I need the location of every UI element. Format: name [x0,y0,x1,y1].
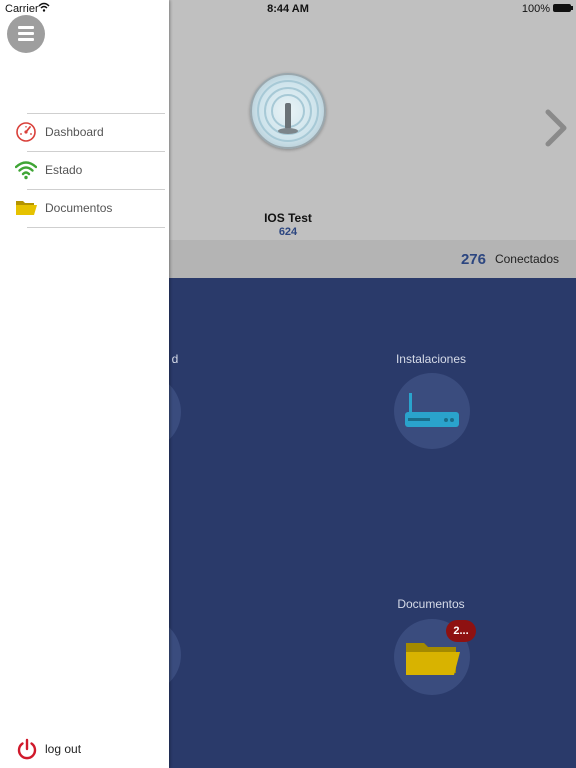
logout-label: log out [45,742,82,756]
battery-icon [553,4,573,12]
nav-item-documentos[interactable]: Documentos [0,189,169,227]
antenna-icon[interactable] [250,73,326,149]
tile-instalaciones[interactable] [394,373,470,449]
hamburger-menu-button[interactable] [7,15,45,53]
documents-badge: 2... [446,620,476,642]
nav-item-dashboard[interactable]: Dashboard [0,113,169,151]
menu-bar-icon [18,26,34,29]
tile-label-documentos: Documentos [397,597,465,611]
device-count: 624 [278,226,298,238]
wifi-icon [15,161,37,180]
device-name: IOS Test [264,211,312,225]
nav-label-documentos: Documentos [45,201,113,215]
nav-label-estado: Estado [45,163,83,177]
status-time: 8:44 AM [267,3,309,15]
logout-button[interactable]: log out [0,736,169,762]
power-icon [17,738,37,760]
dashboard-gauge-icon [16,122,36,142]
tile-label-instalaciones: Instalaciones [395,352,467,366]
connected-label: Conectados [494,252,559,266]
battery-percent: 100% [521,3,550,15]
chevron-right-icon[interactable] [543,108,569,148]
menu-bar-icon [18,38,34,41]
router-icon [405,393,459,427]
nav-label-dashboard: Dashboard [45,125,104,139]
nav-item-estado[interactable]: Estado [0,151,169,189]
antenna-rings-graphic [257,80,319,142]
menu-divider [27,227,165,228]
menu-bar-icon [18,32,34,35]
folder-icon [16,201,37,215]
connected-count: 276 [460,251,486,268]
status-bar: Carrier 8:44 AM 100% [0,0,576,18]
side-drawer: Dashboard Estado Documentos log out [0,0,169,768]
